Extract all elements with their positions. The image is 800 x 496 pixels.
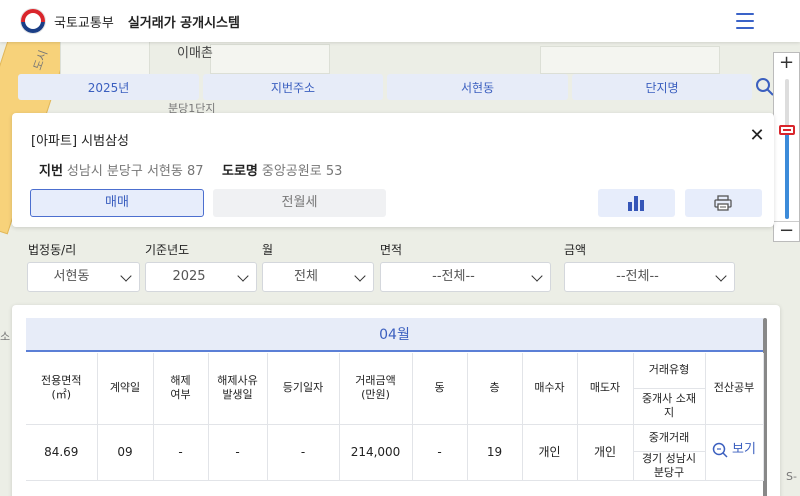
view-ledger-link[interactable]: 보기 [712,442,756,458]
col-header-dong: 동 [412,353,468,425]
col-header-buyer: 매수자 [522,353,578,425]
col-header-cancel-date: 해제사유 발생일 [208,353,268,425]
price-select-value: --전체-- [616,269,659,284]
month-select[interactable]: 전체 [262,262,374,292]
map-block [540,46,720,74]
zoom-level-fill [785,133,789,219]
transaction-table: 전용면적 (㎡) 계약일 해제 여부 해제사유 발생일 등기일자 거래금액 (만… [26,353,764,481]
menu-icon[interactable] [736,13,754,29]
map-label: 이매촌 [177,46,213,61]
tab-rent[interactable]: 전월세 [213,189,386,217]
magnifier-icon [712,442,728,458]
dong-select-value: 서현동 [53,269,90,284]
year-select-value: 2025 [172,269,206,284]
cell-seller: 개인 [577,424,634,481]
filter-dong[interactable]: 서현동 [387,74,568,100]
search-icon[interactable] [755,77,775,97]
cell-cancel-date: - [208,424,268,481]
jibun-value: 성남시 분당구 서현동 87 [66,164,204,179]
month-header: 04월 [26,318,763,352]
col-header-floor: 층 [467,353,523,425]
col-header-contract-date: 계약일 [97,353,154,425]
table-scrollbar[interactable] [763,318,767,496]
area-label: 면적 [380,243,403,257]
chevron-down-icon [354,270,366,282]
chevron-down-icon [237,270,249,282]
month-select-value: 전체 [294,269,318,284]
road-label: 도로명 [222,164,258,179]
table-row: 84.69 09 - - - 214,000 - 19 개인 개인 중개거래 보… [26,424,764,481]
cell-registration-date: - [267,424,340,481]
dong-select[interactable]: 서현동 [27,262,140,292]
col-header-agent-location: 중개사 소재 지 [633,388,706,425]
ministry-name[interactable]: 국토교통부 [54,12,114,31]
cell-agent-location: 경기 성남시 분당구 [633,451,706,481]
chevron-down-icon [120,270,132,282]
system-title[interactable]: 실거래가 공개시스템 [128,12,240,31]
filter-address-type[interactable]: 지번주소 [203,74,383,100]
map-label: S- [786,470,797,483]
col-header-area: 전용면적 (㎡) [26,353,98,425]
map-block [210,44,330,74]
close-icon[interactable]: ✕ [748,127,766,145]
print-button[interactable] [685,189,762,217]
zoom-control: + − [773,52,800,242]
chart-button[interactable] [598,189,675,217]
col-header-price: 거래금액 (만원) [339,353,413,425]
cell-ledger: 보기 [705,424,764,481]
road-value: 중앙공원로 53 [261,164,343,179]
month-label: 월 [262,243,274,257]
complex-info-card: [아파트] 시범삼성 ✕ 지번 성남시 분당구 서현동 87 도로명 중앙공원로 5… [12,113,774,227]
col-header-seller: 매도자 [577,353,634,425]
cell-price: 214,000 [339,424,413,481]
jibun-label: 지번 [39,164,63,179]
zoom-in-button[interactable]: + [774,53,799,73]
government-emblem-icon[interactable] [20,8,46,34]
view-ledger-label: 보기 [732,442,756,457]
price-select[interactable]: --전체-- [564,262,735,292]
chevron-down-icon [531,270,543,282]
jibun-address: 지번 성남시 분당구 서현동 87 [39,160,204,179]
filter-complex[interactable]: 단지명 [572,74,752,100]
complex-title: [아파트] 시범삼성 [31,134,129,149]
top-header: 국토교통부 실거래가 공개시스템 [0,0,800,42]
cell-area: 84.69 [26,424,98,481]
cell-floor: 19 [467,424,523,481]
area-select-value: --전체-- [432,269,475,284]
zoom-slider-handle[interactable] [779,125,795,135]
cell-deal-type: 중개거래 [633,424,706,452]
price-label: 금액 [564,243,587,257]
filter-year[interactable]: 2025년 [18,74,199,100]
col-header-registration-date: 등기일자 [267,353,340,425]
col-header-cancel: 해제 여부 [153,353,209,425]
year-select[interactable]: 2025 [145,262,257,292]
map-label: 소 [0,330,11,343]
cell-dong: - [412,424,468,481]
road-address: 도로명 중앙공원로 53 [222,160,342,179]
col-header-deal-type: 거래유형 [633,353,706,389]
tab-sale[interactable]: 매매 [30,189,204,217]
printer-icon [714,195,732,211]
col-header-ledger: 전산공부 [705,353,764,425]
chevron-down-icon [715,270,727,282]
area-select[interactable]: --전체-- [380,262,551,292]
year-label: 기준년도 [145,243,190,257]
cell-cancel: - [153,424,209,481]
zoom-out-button[interactable]: − [774,221,799,241]
dong-label: 법정동/리 [28,243,77,257]
cell-contract-date: 09 [97,424,154,481]
cell-buyer: 개인 [522,424,578,481]
